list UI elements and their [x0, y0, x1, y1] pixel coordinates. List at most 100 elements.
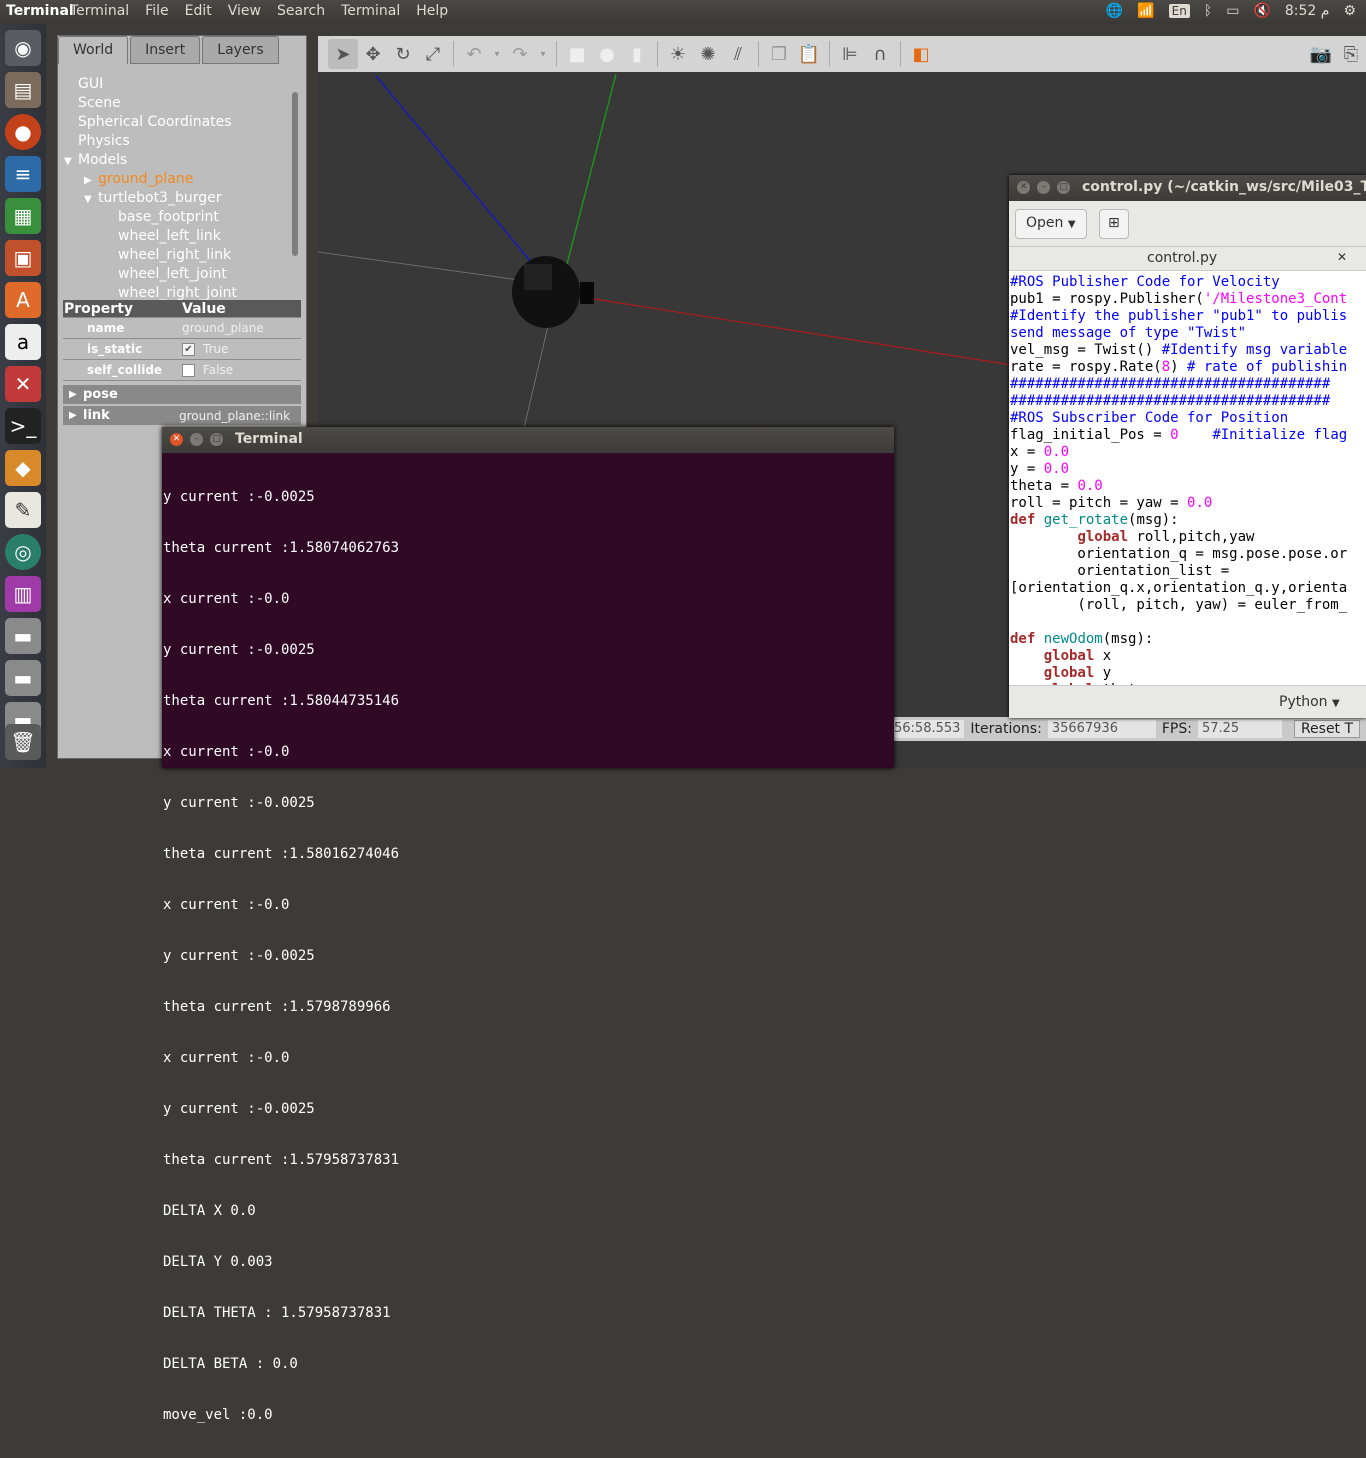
translate-mode-icon[interactable]: ✥: [358, 39, 388, 69]
property-value[interactable]: ground_plane: [182, 321, 301, 335]
text-editor-icon[interactable]: ✎: [5, 492, 41, 528]
tree-item[interactable]: Physics: [64, 133, 294, 152]
menu-terminal[interactable]: Terminal: [70, 3, 129, 19]
self-collide-checkbox[interactable]: [182, 364, 195, 377]
cylinder-shape-icon[interactable]: ▮: [622, 39, 652, 69]
directional-light-icon[interactable]: ⫽: [723, 39, 753, 69]
scale-mode-icon[interactable]: ⤢: [418, 39, 448, 69]
gedit-titlebar[interactable]: ✕ – □ control.py (~/catkin_ws/src/Mile03…: [1009, 175, 1366, 201]
code-editor[interactable]: #ROS Publisher Code for Velocity pub1 = …: [1010, 274, 1366, 685]
output-line: move_vel :0.0: [163, 1407, 273, 1423]
dash-icon[interactable]: ◉: [5, 30, 41, 66]
point-light-icon[interactable]: ☀: [663, 39, 693, 69]
menu-search[interactable]: Search: [277, 3, 325, 19]
amazon-icon[interactable]: a: [5, 324, 41, 360]
tree-item[interactable]: wheel_left_link: [64, 228, 294, 247]
package-icon[interactable]: ◆: [5, 450, 41, 486]
open-button[interactable]: Open ▼: [1015, 209, 1087, 239]
undo-dropdown-icon[interactable]: ▾: [489, 39, 505, 69]
close-icon[interactable]: ✕: [1017, 181, 1030, 194]
expand-right-icon[interactable]: ▶: [84, 175, 98, 186]
maximize-icon[interactable]: □: [1057, 181, 1070, 194]
keyboard-layout-indicator[interactable]: En: [1168, 4, 1190, 18]
menu-file[interactable]: File: [145, 3, 168, 19]
menu-help[interactable]: Help: [416, 3, 448, 19]
expand-down-icon[interactable]: ▼: [84, 194, 98, 205]
close-icon[interactable]: ✕: [170, 433, 183, 446]
tree-item[interactable]: GUI: [64, 76, 294, 95]
sim-time: 56:58.553: [890, 720, 965, 738]
rotate-mode-icon[interactable]: ↻: [388, 39, 418, 69]
redo-dropdown-icon[interactable]: ▾: [535, 39, 551, 69]
property-row-self-collide: self_collide False: [63, 360, 301, 381]
maximize-icon[interactable]: □: [210, 433, 223, 446]
tree-scrollbar[interactable]: [292, 92, 298, 256]
select-mode-icon[interactable]: ➤: [328, 39, 358, 69]
menu-terminal-2[interactable]: Terminal: [341, 3, 400, 19]
system-settings-icon[interactable]: ✕: [5, 366, 41, 402]
impress-icon[interactable]: ▣: [5, 240, 41, 276]
close-tab-icon[interactable]: ✕: [1337, 250, 1347, 264]
tab-world[interactable]: World: [58, 36, 129, 64]
language-selector[interactable]: Python ▼: [1279, 694, 1340, 710]
tree-item[interactable]: wheel_left_joint: [64, 266, 294, 285]
minimize-icon[interactable]: –: [1037, 181, 1050, 194]
undo-icon[interactable]: ↶: [459, 39, 489, 69]
spot-light-icon[interactable]: ✺: [693, 39, 723, 69]
files-icon[interactable]: ▤: [5, 72, 41, 108]
tree-item[interactable]: ▶ ground_plane: [64, 171, 294, 190]
wifi-icon[interactable]: 📶: [1137, 3, 1154, 19]
minimize-icon[interactable]: –: [190, 433, 203, 446]
menu-edit[interactable]: Edit: [185, 3, 212, 19]
snap-icon[interactable]: ∩: [865, 39, 895, 69]
expand-down-icon[interactable]: ▼: [64, 156, 78, 167]
writer-icon[interactable]: ≡: [5, 156, 41, 192]
output-line: theta current :1.58074062763: [163, 540, 400, 556]
new-document-button[interactable]: ⊞: [1099, 209, 1129, 239]
trash-icon[interactable]: 🗑: [5, 724, 41, 760]
tab-insert[interactable]: Insert: [130, 36, 201, 64]
is-static-checkbox[interactable]: ✔: [182, 343, 195, 356]
volume-icon[interactable]: 🔇: [1253, 3, 1270, 19]
tab-layers[interactable]: Layers: [202, 36, 279, 64]
tree-item[interactable]: base_footprint: [64, 209, 294, 228]
tree-item[interactable]: wheel_right_link: [64, 247, 294, 266]
tree-item[interactable]: Spherical Coordinates: [64, 114, 294, 133]
terminal-titlebar[interactable]: ✕ – □ Terminal: [162, 427, 894, 453]
terminal-window[interactable]: ✕ – □ Terminal y current :-0.0025 theta …: [162, 427, 894, 1423]
firefox-icon[interactable]: ●: [5, 114, 41, 150]
reset-time-button[interactable]: Reset T: [1293, 720, 1361, 738]
terminal-output: y current :-0.0025 theta current :1.5807…: [163, 455, 893, 1458]
turtlebot-lidar: [580, 282, 594, 304]
software-center-icon[interactable]: A: [5, 282, 41, 318]
terminal-icon[interactable]: >_: [5, 408, 41, 444]
paste-icon[interactable]: 📋: [794, 39, 824, 69]
property-group-pose[interactable]: ▶ pose: [63, 385, 301, 404]
calc-icon[interactable]: ▦: [5, 198, 41, 234]
sphere-shape-icon[interactable]: ●: [592, 39, 622, 69]
tree-item[interactable]: ▼ turtlebot3_burger: [64, 190, 294, 209]
property-group-link[interactable]: ▶ link ground_plane::link: [63, 406, 301, 425]
drive-icon[interactable]: ▬: [5, 618, 41, 654]
menu-view[interactable]: View: [228, 3, 261, 19]
gazebo-icon[interactable]: ◎: [5, 534, 41, 570]
redo-icon[interactable]: ↷: [505, 39, 535, 69]
tab-control-py[interactable]: control.py: [1147, 250, 1217, 266]
globe-icon[interactable]: 🌐: [1106, 3, 1123, 19]
remote-desktop-icon[interactable]: ▥: [5, 576, 41, 612]
box-shape-icon[interactable]: ■: [562, 39, 592, 69]
log-icon[interactable]: ⎘: [1336, 39, 1366, 69]
battery-icon[interactable]: ▭: [1226, 3, 1239, 19]
view-angle-icon[interactable]: ◧: [906, 39, 936, 69]
screenshot-icon[interactable]: 📷: [1306, 39, 1336, 69]
tree-item[interactable]: ▼ Models: [64, 152, 294, 171]
bluetooth-icon[interactable]: ᛒ: [1204, 3, 1212, 19]
settings-icon[interactable]: ⚙: [1343, 3, 1356, 19]
output-line: y current :-0.0025: [163, 948, 315, 964]
copy-icon[interactable]: ❐: [764, 39, 794, 69]
terminal-title: Terminal: [235, 431, 303, 447]
align-icon[interactable]: ⊫: [835, 39, 865, 69]
clock[interactable]: 8:52 م: [1285, 3, 1330, 19]
drive-icon-2[interactable]: ▬: [5, 660, 41, 696]
tree-item[interactable]: Scene: [64, 95, 294, 114]
